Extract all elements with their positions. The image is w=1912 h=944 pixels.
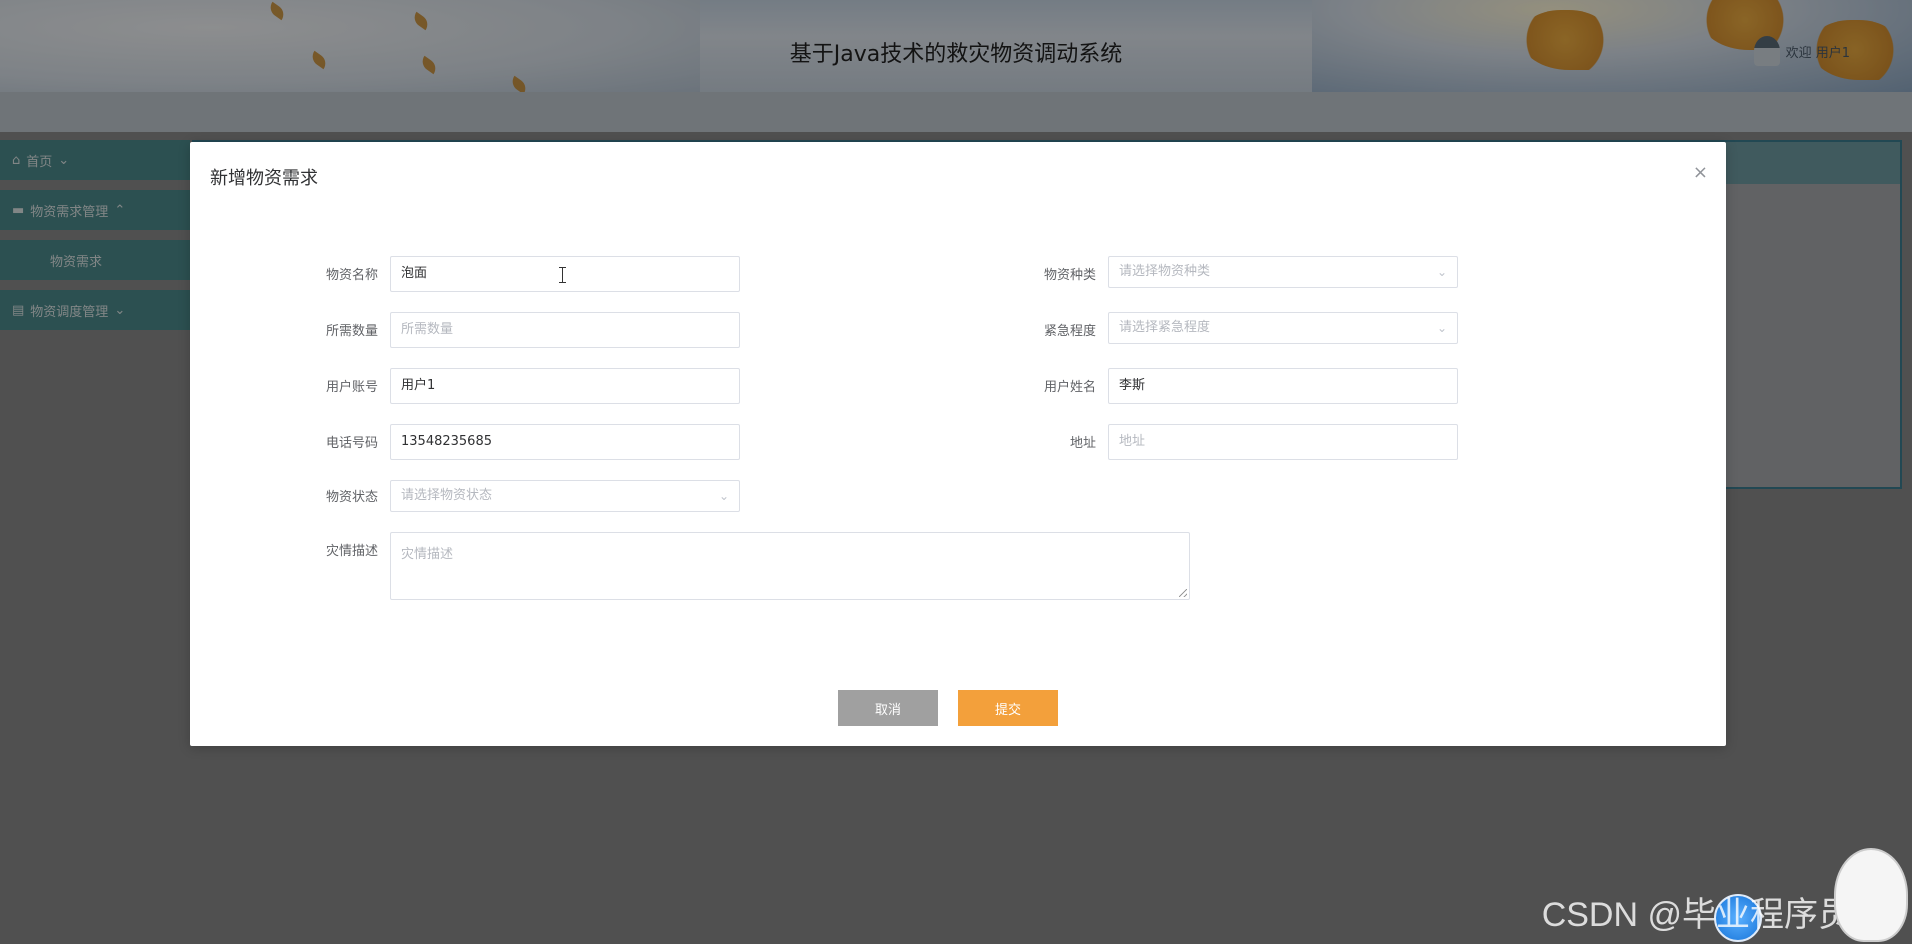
watermark-text: CSDN @毕业程序员 <box>1541 896 1852 934</box>
chevron-down-icon: ⌄ <box>718 489 729 503</box>
phone-input[interactable]: 13548235685 <box>390 424 740 460</box>
category-label: 物资种类 <box>1043 268 1096 283</box>
chevron-down-icon: ⌄ <box>1436 265 1447 279</box>
mascot-figure <box>1834 848 1908 942</box>
description-textarea[interactable]: 灾情描述 <box>390 532 1190 600</box>
username-label: 用户姓名 <box>1043 380 1096 395</box>
close-icon[interactable]: × <box>1693 162 1708 183</box>
chevron-down-icon: ⌄ <box>1436 321 1447 335</box>
resize-handle[interactable] <box>1179 589 1187 597</box>
description-label: 灾情描述 <box>325 544 378 559</box>
category-select[interactable]: 请选择物资种类 ⌄ <box>1108 256 1458 288</box>
dialog-title: 新增物资需求 <box>210 168 318 189</box>
urgency-label: 紧急程度 <box>1043 324 1096 339</box>
cancel-button[interactable]: 取消 <box>838 690 938 726</box>
status-label: 物资状态 <box>325 490 378 505</box>
text-cursor-icon <box>559 267 566 283</box>
submit-button[interactable]: 提交 <box>958 690 1058 726</box>
status-select[interactable]: 请选择物资状态 ⌄ <box>390 480 740 512</box>
name-label: 物资名称 <box>325 268 378 283</box>
phone-label: 电话号码 <box>325 436 378 451</box>
add-demand-dialog: 新增物资需求 × 物资名称 泡面 物资种类 请选择物资种类 ⌄ 所需数量 所需数… <box>190 142 1726 746</box>
account-input[interactable]: 用户1 <box>390 368 740 404</box>
urgency-select[interactable]: 请选择紧急程度 ⌄ <box>1108 312 1458 344</box>
quantity-label: 所需数量 <box>325 324 378 339</box>
address-input[interactable]: 地址 <box>1108 424 1458 460</box>
name-input[interactable]: 泡面 <box>390 256 740 292</box>
address-label: 地址 <box>1069 436 1096 451</box>
account-label: 用户账号 <box>325 380 378 395</box>
username-input[interactable]: 李斯 <box>1108 368 1458 404</box>
quantity-input[interactable]: 所需数量 <box>390 312 740 348</box>
